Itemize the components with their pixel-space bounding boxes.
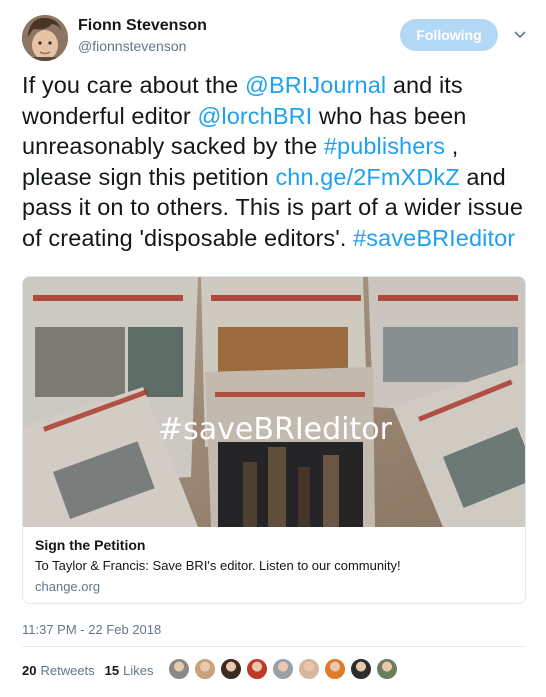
tweet-link[interactable]: chn.ge/2FmXDkZ bbox=[275, 164, 459, 190]
tweet-text: If you care about the @BRIJournal and it… bbox=[22, 70, 532, 253]
avatar-image bbox=[22, 15, 68, 61]
card-domain: change.org bbox=[35, 579, 101, 594]
tweet-timestamp[interactable]: 11:37 PM - 22 Feb 2018 bbox=[22, 622, 161, 637]
liker-avatar[interactable] bbox=[168, 658, 190, 680]
tweet-stats: 20 Retweets 15 Likes bbox=[22, 660, 164, 680]
card-image-collage: #saveBRIeditor bbox=[23, 277, 525, 527]
tweet-link[interactable]: @BRIJournal bbox=[245, 72, 386, 98]
author-handle[interactable]: @fionnstevenson bbox=[78, 38, 186, 54]
tweet-text-segment: If you care about the bbox=[22, 72, 245, 98]
divider bbox=[22, 646, 526, 647]
liker-avatar[interactable] bbox=[350, 658, 372, 680]
tweet-link[interactable]: @lorchBRI bbox=[197, 103, 312, 129]
liker-avatar[interactable] bbox=[298, 658, 320, 680]
card-image[interactable]: #saveBRIeditor bbox=[23, 277, 525, 527]
liker-avatar[interactable] bbox=[272, 658, 294, 680]
tweet-link[interactable]: #saveBRIeditor bbox=[353, 225, 515, 251]
liker-avatar[interactable] bbox=[246, 658, 268, 680]
tweet-link[interactable]: #publishers bbox=[324, 133, 445, 159]
following-button[interactable]: Following bbox=[400, 19, 498, 51]
liker-avatar[interactable] bbox=[220, 658, 242, 680]
link-card[interactable]: #saveBRIeditor Sign the Petition To Tayl… bbox=[22, 276, 526, 604]
likes-stat[interactable]: 15 Likes bbox=[105, 663, 154, 678]
chevron-down-icon[interactable] bbox=[510, 25, 530, 45]
likes-count: 15 bbox=[104, 662, 120, 678]
likes-label: Likes bbox=[123, 662, 154, 678]
card-description: To Taylor & Francis: Save BRI's editor. … bbox=[35, 558, 401, 573]
card-image-overlay-text: #saveBRIeditor bbox=[158, 412, 393, 447]
liker-avatar[interactable] bbox=[376, 658, 398, 680]
retweets-count: 20 bbox=[22, 662, 37, 678]
retweets-label: Retweets bbox=[40, 662, 95, 678]
card-title[interactable]: Sign the Petition bbox=[35, 537, 145, 553]
author-name[interactable]: Fionn Stevenson bbox=[78, 17, 207, 35]
avatar[interactable] bbox=[22, 15, 68, 61]
liker-avatars bbox=[168, 658, 402, 680]
liker-avatar[interactable] bbox=[324, 658, 346, 680]
tweet-header: Fionn Stevenson @fionnstevenson Followin… bbox=[22, 15, 532, 61]
liker-avatar[interactable] bbox=[194, 658, 216, 680]
retweets-stat[interactable]: 20 Retweets bbox=[22, 663, 95, 678]
